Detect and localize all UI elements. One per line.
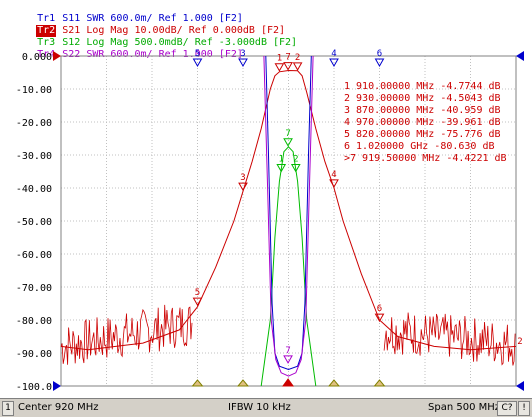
center-frequency[interactable]: Center 920 MHz: [18, 399, 99, 417]
warning-indicator[interactable]: !: [518, 401, 530, 416]
ifbw-setting[interactable]: IFBW 10 kHz: [228, 399, 291, 417]
axis-marker: [236, 379, 250, 387]
y-tick-label: -70.00: [16, 283, 52, 294]
ref-level-arrow-left: [53, 51, 61, 61]
marker-number: 5: [195, 288, 200, 298]
marker-number: 1: [277, 54, 282, 64]
marker-readout-row: 1 910.00000 MHz -4.7744 dB: [344, 81, 501, 92]
y-tick-label: -40.00: [16, 184, 52, 195]
ref-level-arrow-left-bottom: [53, 381, 61, 391]
marker-triangle: [292, 62, 303, 71]
marker-table: 1 910.00000 MHz -4.7744 dB 2 930.00000 M…: [344, 81, 507, 164]
marker-readout-row: 6 1.020000 GHz -80.630 dB: [344, 141, 495, 152]
marker-number: 4: [331, 49, 336, 59]
axis-marker: [327, 379, 341, 387]
marker-number: 7: [285, 53, 290, 63]
marker-readout-row: 4 970.00000 MHz -39.961 dB: [344, 117, 501, 128]
axis-marker: [373, 379, 386, 387]
active-marker-stimulus: [282, 378, 295, 387]
measurement-plot[interactable]: 0.000 -10.00 -20.00 -30.00 -40.00 -50.00 -60.0…: [0, 0, 532, 398]
y-tick-label: -80.00: [16, 316, 52, 327]
marker-readout-row: 3 870.00000 MHz -40.959 dB: [344, 105, 501, 116]
marker-triangle: [274, 63, 285, 72]
marker-number: 4: [331, 170, 336, 180]
marker-number: 7: [285, 129, 290, 139]
y-tick-label: -90.00: [16, 349, 52, 360]
marker-number: 3: [240, 49, 245, 59]
y-tick-label: 0.000: [22, 52, 52, 63]
vna-screen: Tr1 S11 SWR 600.0m/ Ref 1.000 [F2] Tr2 S…: [0, 0, 532, 417]
y-axis-labels: 0.000 -10.00 -20.00 -30.00 -40.00 -50.00 -60.0…: [16, 52, 52, 393]
axis-marker: [191, 379, 204, 387]
marker-readout-row: 5 820.00000 MHz -75.776 dB: [344, 129, 501, 140]
marker-readout-row: >7 919.50000 MHz -4.4221 dB: [344, 153, 507, 164]
marker-number: 5: [195, 49, 200, 59]
y-tick-label: -20.00: [16, 118, 52, 129]
marker-number: 3: [240, 173, 245, 183]
offscreen-marker-label: 2: [517, 337, 522, 347]
y-tick-label: -30.00: [16, 151, 52, 162]
y-tick-label: -50.00: [16, 217, 52, 228]
y-tick-label: -10.00: [16, 85, 52, 96]
marker-number: 2: [293, 155, 298, 165]
span-setting[interactable]: Span 500 MHz: [428, 399, 500, 417]
marker-readout-row: 2 930.00000 MHz -4.5043 dB: [344, 93, 501, 104]
marker-number: 2: [295, 53, 300, 63]
marker-number: 7: [285, 346, 290, 356]
marker-number: 1: [279, 155, 284, 165]
channel-indicator[interactable]: 1: [2, 401, 14, 416]
ref-level-arrow-right-bottom: [516, 381, 524, 391]
marker-number: 6: [377, 304, 382, 314]
marker-triangle: [238, 182, 248, 192]
marker-number: 6: [377, 49, 382, 59]
ref-level-arrow-right: [516, 51, 524, 61]
y-tick-label: -100.0: [16, 382, 52, 393]
marker-triangle: [283, 138, 293, 147]
status-bar: 1 Center 920 MHz IFBW 10 kHz Span 500 MH…: [0, 398, 532, 417]
y-tick-label: -60.00: [16, 250, 52, 261]
calibration-indicator[interactable]: C?: [497, 401, 517, 416]
